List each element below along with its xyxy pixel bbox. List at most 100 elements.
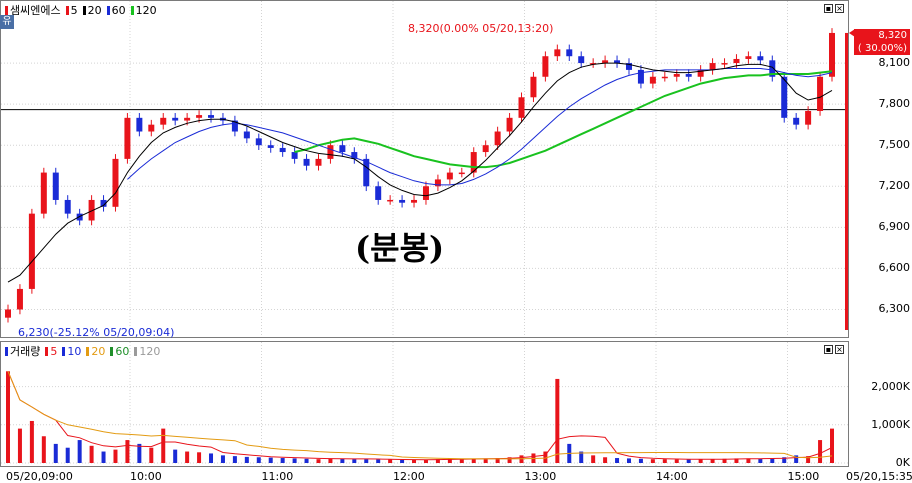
ma120-line — [294, 70, 833, 169]
volume-bar — [686, 459, 691, 463]
volume-bar — [603, 457, 608, 463]
candle-body — [518, 97, 525, 118]
candle-body — [494, 131, 501, 146]
volume-tick-label: 2,000K — [871, 379, 910, 393]
candle-body — [112, 158, 119, 207]
volume-bar — [256, 457, 261, 463]
volume-bar — [197, 452, 202, 463]
watermark-label: (분봉) — [355, 229, 445, 267]
volume-bar — [173, 449, 178, 463]
chart-canvas — [1, 1, 855, 466]
volume-bar — [674, 459, 679, 463]
candle-body — [124, 117, 131, 159]
volume-bar — [29, 420, 34, 463]
volume-bar — [220, 455, 225, 463]
candle-body — [387, 199, 394, 202]
time-tick-label: 12:00 — [393, 470, 425, 483]
candle-body — [28, 213, 35, 289]
candle-body — [673, 74, 680, 77]
volume-bar — [292, 458, 297, 463]
time-tick-label: 05/20,09:00 — [6, 470, 73, 483]
volume-bar — [149, 447, 154, 463]
candle-body — [757, 56, 764, 61]
volume-bar — [400, 459, 405, 463]
time-tick-label: 11:00 — [261, 470, 294, 483]
volume-bar — [232, 456, 237, 463]
candle-body — [566, 49, 573, 57]
volume-bar — [376, 459, 381, 463]
candle-body — [793, 117, 800, 125]
price-tick-label: 8,100 — [878, 56, 911, 70]
candle-body — [196, 115, 203, 118]
volume-bar — [615, 458, 620, 463]
price-range-bar — [845, 32, 848, 330]
volume-bar — [830, 428, 834, 463]
candle-body — [829, 32, 835, 77]
candle-body — [291, 152, 298, 159]
candle-body — [578, 56, 585, 64]
candle-body — [709, 63, 716, 70]
volume-bar — [818, 440, 823, 463]
candle-body — [817, 76, 824, 111]
volume-bar — [41, 436, 46, 463]
volume-tick-label: 0K — [895, 456, 910, 469]
volume-bar — [137, 443, 142, 463]
volume-bar — [101, 451, 106, 463]
volume-bar — [161, 428, 166, 463]
time-tick-label: 13:00 — [524, 470, 557, 483]
candle-body — [315, 158, 322, 166]
candle-body — [184, 117, 191, 121]
price-tick-label: 6,600 — [878, 261, 911, 275]
candle-body — [136, 117, 143, 132]
volume-bar — [209, 453, 214, 463]
candle-body — [303, 158, 310, 166]
candle-body — [375, 186, 382, 200]
volume-bar — [388, 459, 393, 463]
candle-body — [64, 199, 71, 214]
candle-body — [16, 288, 23, 310]
candle-body — [172, 117, 179, 121]
candle-body — [279, 147, 286, 153]
volume-tick-label: 1,000K — [871, 417, 910, 431]
candle-body — [661, 76, 668, 79]
volume-bar — [316, 459, 321, 463]
candle-body — [805, 110, 812, 125]
volume-bar — [662, 459, 667, 463]
candle-body — [506, 117, 513, 132]
volume-ma5-line — [7, 371, 833, 461]
candle-body — [5, 309, 11, 318]
volume-bar — [412, 459, 417, 463]
volume-bar — [65, 447, 70, 463]
candle-body — [40, 172, 47, 214]
volume-bar — [268, 457, 273, 463]
candle-body — [733, 58, 740, 64]
volume-bar — [77, 440, 82, 463]
candle-body — [399, 199, 406, 203]
candle-body — [411, 199, 418, 203]
time-tick-label: 15:00 — [787, 470, 820, 483]
candle-body — [781, 76, 788, 118]
volume-bar — [591, 455, 596, 463]
volume-bar — [53, 443, 58, 463]
volume-bar — [364, 459, 369, 463]
candle-body — [482, 145, 489, 153]
candle-body — [52, 172, 59, 200]
candle-body — [745, 56, 752, 59]
candle-body — [554, 49, 561, 57]
candle-body — [148, 124, 155, 132]
volume-bar — [340, 458, 345, 463]
candle-body — [530, 76, 537, 98]
price-tick-label: 6,900 — [878, 220, 911, 234]
candle-body — [160, 117, 167, 125]
low-annotation: 6,230(-25.12% 05/20,09:04) — [18, 326, 175, 339]
price-tick-label: 7,500 — [878, 138, 911, 152]
volume-bar — [650, 459, 655, 463]
price-tick-label: 7,800 — [878, 97, 911, 111]
candle-body — [458, 172, 465, 175]
candle-body — [208, 115, 215, 118]
time-tick-label: 14:00 — [656, 470, 688, 483]
chart-window: { "price_legend": { "name": "샘씨엔에스", "ma… — [0, 0, 912, 483]
price-tick-label: 6,300 — [878, 302, 911, 316]
volume-bar — [280, 458, 285, 463]
volume-bar — [125, 440, 130, 463]
